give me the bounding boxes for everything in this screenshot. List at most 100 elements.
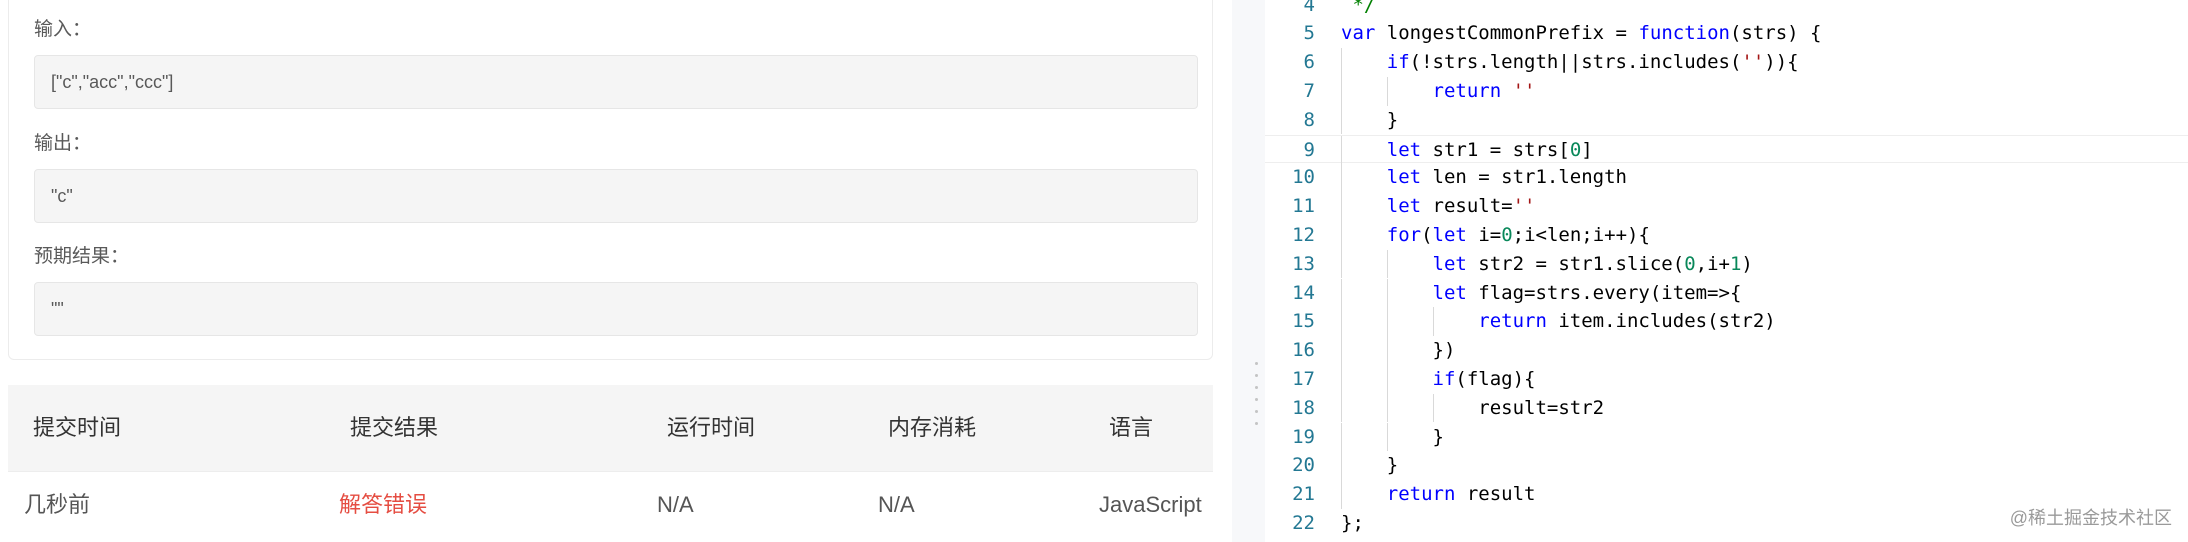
line-number: 9 [1303,138,1315,161]
code-line[interactable]: 17 if(flag){ [1265,364,2188,394]
code-token: 0 [1501,223,1513,246]
header-submit-result: 提交结果 [350,415,439,440]
code-token: } [1341,425,1444,448]
code-token: let [1386,166,1422,189]
submission-memory: N/A [878,492,915,517]
code-text: */ [1341,0,1375,19]
code-token: 1 [1729,252,1742,275]
code-token: 0 [1684,252,1696,275]
testcase-result-card: 输入： ["c","acc","ccc"] 输出： "c" 预期结果： "" [8,0,1213,360]
submission-result-link[interactable]: 解答错误 [339,485,427,525]
line-number: 15 [1292,310,1315,333]
code-token: str2 = str1.slice( [1466,252,1685,275]
console-panel: 输入： ["c","acc","ccc"] 输出： "c" 预期结果： "" 提… [0,0,1232,542]
code-token: (!strs.length||strs.includes( [1409,51,1742,74]
code-token: str1 = strs[ [1421,138,1570,161]
code-text: let str2 = str1.slice(0,i+1) [1341,250,1753,279]
code-line[interactable]: 19 } [1265,422,2188,452]
code-editor[interactable]: 4 */5 var longestCommonPrefix = function(… [1265,0,2188,542]
code-token: result= [1421,195,1513,218]
code-line[interactable]: 16 }) [1265,336,2188,365]
code-text: for(let i=0;i<len;i++){ [1341,221,1650,250]
code-token: }) [1341,339,1456,362]
code-text: result=str2 [1341,394,1604,423]
code-text: let result='' [1341,192,1536,221]
code-token: flag=strs.every(item=>{ [1466,281,1742,304]
code-line[interactable]: 14 let flag=strs.every(item=>{ [1265,278,2188,308]
code-line[interactable]: 9 let str1 = strs[0] [1265,134,2188,165]
line-number: 5 [1303,22,1315,45]
submissions-table: 提交时间 提交结果 运行时间 内存消耗 语言 几秒前 解答错误 N/A N/A … [8,385,1213,542]
code-line[interactable]: 5 var longestCommonPrefix = function(strs… [1265,19,2188,48]
code-text: return result [1341,480,1536,509]
code-text: }) [1341,336,1456,365]
pane-resize-handle[interactable] [1249,0,1265,542]
code-token: let [1432,223,1467,246]
line-number: 22 [1292,511,1315,534]
grip-dot [1255,362,1258,365]
code-text: } [1341,451,1398,480]
code-token: 0 [1569,138,1582,161]
code-text: return item.includes(str2) [1341,307,1776,336]
submission-time: 几秒前 [24,492,91,517]
grip-dot [1255,386,1258,389]
line-number: 12 [1292,223,1315,246]
code-token: ,i+ [1695,252,1730,275]
submission-language: JavaScript [1099,492,1202,517]
input-value: ["c","acc","ccc"] [34,55,1198,109]
code-token: */ [1341,0,1376,16]
code-line[interactable]: 11 let result='' [1265,192,2188,221]
code-token: ] [1581,138,1593,161]
code-line[interactable]: 6 if(!strs.length||strs.includes('')){ [1265,48,2188,77]
code-token: (flag){ [1455,367,1536,390]
code-token: ;i<len;i++){ [1512,223,1650,246]
code-line[interactable]: 15 return item.includes(str2) [1265,307,2188,337]
code-token: item.includes(str2) [1546,310,1776,333]
grip-dot [1255,410,1258,413]
watermark: @稀土掘金技术社区 [2009,508,2172,528]
code-token: result=str2 [1341,396,1605,419]
code-line[interactable]: 12 for(let i=0;i<len;i++){ [1265,220,2188,250]
code-line[interactable]: 8 } [1265,105,2188,135]
line-number: 18 [1292,396,1315,419]
code-line[interactable]: 18 result=str2 [1265,393,2188,423]
code-token: return [1386,483,1456,506]
header-language: 语言 [1109,415,1154,440]
code-line[interactable]: 20 } [1265,451,2188,481]
code-token: longestCommonPrefix = [1375,22,1639,45]
code-token: len = str1.length [1421,166,1627,189]
code-line[interactable]: 13 let str2 = str1.slice(0,i+1) [1265,249,2188,279]
code-line[interactable]: 10 let len = str1.length [1265,163,2188,193]
code-text: }; [1341,509,1364,538]
code-text: let str1 = strs[0] [1341,136,1593,165]
code-token: let [1386,138,1422,161]
output-label: 输出： [34,133,92,154]
code-token: '' [1512,79,1536,102]
submissions-table-header: 提交时间 提交结果 运行时间 内存消耗 语言 [8,385,1213,471]
code-token: ( [1421,223,1433,246]
code-token: result [1455,483,1536,506]
line-number: 11 [1292,195,1315,218]
line-number: 7 [1303,79,1315,102]
code-token: let [1432,281,1467,304]
code-line[interactable]: 4 */ [1265,0,2188,19]
line-number: 14 [1292,281,1315,304]
line-number: 8 [1303,108,1315,131]
grip-dot [1255,422,1258,425]
line-number: 13 [1292,252,1315,275]
code-token: '' [1512,195,1536,218]
line-number: 16 [1292,339,1315,362]
line-number: 21 [1292,483,1315,506]
header-runtime: 运行时间 [667,415,756,440]
grip-dot [1255,374,1258,377]
code-line[interactable]: 7 return '' [1265,76,2188,106]
code-text: } [1341,106,1398,135]
code-text: } [1341,423,1444,452]
line-number: 17 [1292,367,1315,390]
